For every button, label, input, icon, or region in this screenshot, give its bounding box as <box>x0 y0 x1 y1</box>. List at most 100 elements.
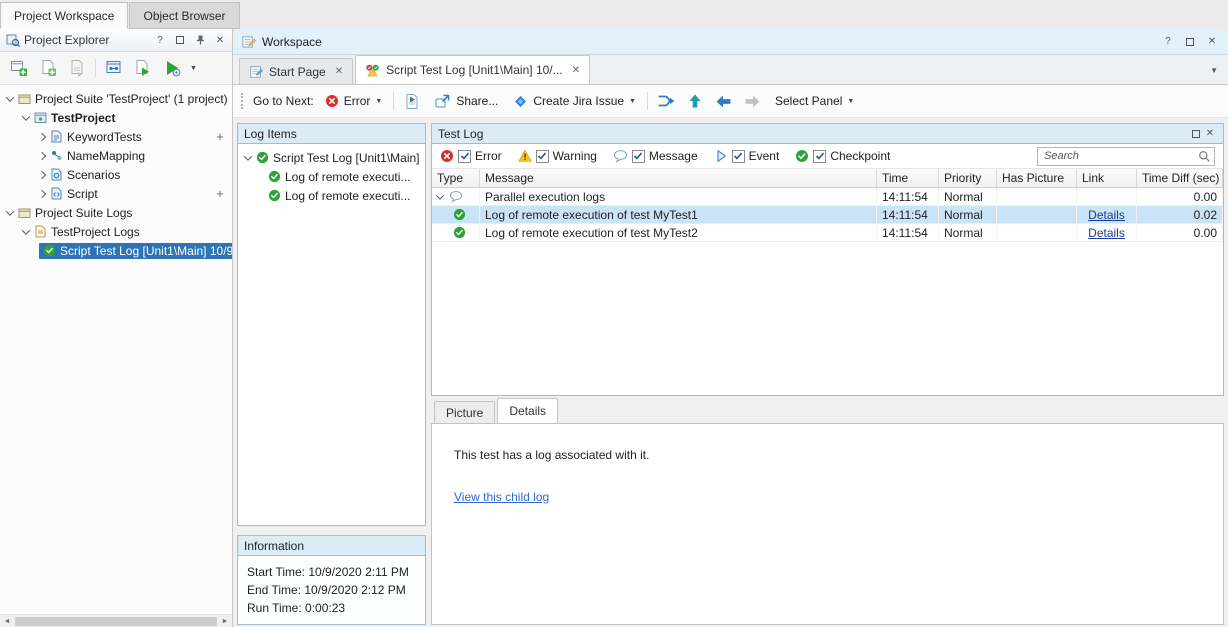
expander-icon[interactable] <box>38 132 46 140</box>
error-icon <box>325 94 339 108</box>
tab-list-caret[interactable]: ▼ <box>1210 66 1218 75</box>
go-up-button[interactable] <box>684 90 706 112</box>
tab-project-workspace[interactable]: Project Workspace <box>0 2 128 29</box>
event-checkbox[interactable] <box>732 150 745 163</box>
maximize-button[interactable] <box>172 32 188 48</box>
close-button[interactable]: ✕ <box>1203 127 1217 141</box>
column-header-time[interactable]: Time <box>877 169 939 187</box>
table-row-selected[interactable]: Log of remote execution of test MyTest1 … <box>432 206 1223 224</box>
link-cell: Details <box>1077 206 1137 223</box>
project-explorer-panel: Project Explorer ? ✕ <box>0 29 233 627</box>
close-tab-icon[interactable]: ✕ <box>335 66 343 77</box>
expander-icon[interactable] <box>6 93 14 101</box>
workspace-switch-tabs: Project Workspace Object Browser <box>0 0 1228 29</box>
workspace-area: Workspace ? ✕ Start Page ✕ Script Test L… <box>233 29 1228 627</box>
row-expander-icon[interactable] <box>436 191 444 199</box>
tab-start-page[interactable]: Start Page ✕ <box>239 58 353 84</box>
column-header-priority[interactable]: Priority <box>939 169 997 187</box>
add-new-item-button[interactable] <box>37 57 59 79</box>
type-cell <box>432 206 480 223</box>
tree-item-label: TestProject Logs <box>51 225 140 239</box>
go-to-next-error-button[interactable]: Error ▼ <box>321 92 387 110</box>
add-keywordtest-button[interactable]: + <box>212 129 228 144</box>
name-mapping-button[interactable] <box>103 57 125 79</box>
message-checkbox[interactable] <box>632 150 645 163</box>
toolbar-grip[interactable] <box>241 93 243 109</box>
expander-icon[interactable] <box>38 170 46 178</box>
column-header-message[interactable]: Message <box>480 169 877 187</box>
tree-item-project-suite[interactable]: Project Suite 'TestProject' (1 project) <box>0 89 232 108</box>
scroll-right-arrow[interactable]: ► <box>218 618 232 625</box>
tab-picture[interactable]: Picture <box>434 401 495 423</box>
column-header-time-diff[interactable]: Time Diff (sec) <box>1137 169 1223 187</box>
tree-item-namemapping[interactable]: NameMapping <box>0 146 232 165</box>
tree-item-testproject[interactable]: TestProject <box>0 108 232 127</box>
expander-icon[interactable] <box>38 151 46 159</box>
project-logs-icon <box>34 225 47 238</box>
success-icon <box>268 170 281 183</box>
horizontal-scrollbar[interactable]: ◄ ► <box>0 614 232 627</box>
tab-label: Start Page <box>269 65 326 79</box>
time-diff-cell: 0.00 <box>1137 224 1223 241</box>
tab-details[interactable]: Details <box>497 398 558 423</box>
tree-item-project-suite-logs[interactable]: Project Suite Logs <box>0 203 232 222</box>
expander-icon[interactable] <box>22 226 30 234</box>
error-checkbox[interactable] <box>458 150 471 163</box>
success-icon <box>453 208 466 221</box>
warning-checkbox[interactable] <box>536 150 549 163</box>
jump-to-source-button[interactable] <box>655 90 677 112</box>
maximize-button[interactable] <box>1189 127 1203 141</box>
column-header-type[interactable]: Type <box>432 169 480 187</box>
details-link[interactable]: Details <box>1088 226 1125 240</box>
tab-script-test-log[interactable]: Script Test Log [Unit1\Main] 10/... ✕ <box>355 55 590 84</box>
select-panel-button[interactable]: Select Panel ▼ <box>771 92 858 110</box>
expander-icon[interactable] <box>22 112 30 120</box>
create-jira-issue-button[interactable]: Create Jira Issue ▼ <box>509 92 640 111</box>
suite-logs-icon <box>18 206 31 219</box>
column-header-has-picture[interactable]: Has Picture <box>997 169 1077 187</box>
log-items-child[interactable]: Log of remote executi... <box>238 186 425 205</box>
tree-item-testproject-logs[interactable]: TestProject Logs <box>0 222 232 241</box>
log-items-child[interactable]: Log of remote executi... <box>238 167 425 186</box>
log-items-root[interactable]: Script Test Log [Unit1\Main] <box>238 148 425 167</box>
tab-object-browser[interactable]: Object Browser <box>129 2 239 29</box>
close-button[interactable]: ✕ <box>212 32 228 48</box>
maximize-button[interactable] <box>1182 34 1198 50</box>
scrollbar-thumb[interactable] <box>15 617 217 626</box>
view-child-log-link[interactable]: View this child log <box>454 490 549 504</box>
close-tab-icon[interactable]: ✕ <box>572 65 580 76</box>
table-row[interactable]: Log of remote execution of test MyTest2 … <box>432 224 1223 242</box>
expander-icon[interactable] <box>244 152 252 160</box>
go-back-button[interactable] <box>713 90 735 112</box>
column-header-link[interactable]: Link <box>1077 169 1137 187</box>
tree-item-keywordtests[interactable]: KeywordTests + <box>0 127 232 146</box>
has-picture-cell <box>997 206 1077 223</box>
expander-icon[interactable] <box>6 207 14 215</box>
close-button[interactable]: ✕ <box>1204 34 1220 50</box>
add-script-button[interactable]: + <box>212 186 228 201</box>
go-forward-button[interactable] <box>742 90 764 112</box>
share-button[interactable]: Share... <box>430 91 502 112</box>
search-input[interactable] <box>1037 147 1215 166</box>
scroll-left-arrow[interactable]: ◄ <box>0 618 14 625</box>
help-button[interactable]: ? <box>1160 34 1176 50</box>
table-row[interactable]: Parallel execution logs 14:11:54 Normal … <box>432 188 1223 206</box>
details-link[interactable]: Details <box>1088 208 1125 222</box>
pin-icon <box>196 35 205 45</box>
add-project-suite-item-button[interactable] <box>8 57 30 79</box>
tree-item-script[interactable]: Script + <box>0 184 232 203</box>
help-button[interactable]: ? <box>152 32 168 48</box>
script-icon <box>50 187 63 200</box>
run-project-button[interactable] <box>161 57 183 79</box>
add-existing-item-button[interactable] <box>66 57 88 79</box>
pin-button[interactable] <box>192 32 208 48</box>
expander-icon[interactable] <box>38 189 46 197</box>
run-test-item-button[interactable] <box>132 57 154 79</box>
checkpoint-checkbox[interactable] <box>813 150 826 163</box>
export-log-button[interactable] <box>401 90 423 112</box>
log-item-label: Log of remote executi... <box>285 170 410 184</box>
tree-item-scenarios[interactable]: Scenarios <box>0 165 232 184</box>
tree-item-script-test-log[interactable]: Script Test Log [Unit1\Main] 10/9 <box>0 241 232 260</box>
dropdown-caret: ▼ <box>629 98 636 105</box>
run-options-caret[interactable]: ▼ <box>190 65 197 72</box>
